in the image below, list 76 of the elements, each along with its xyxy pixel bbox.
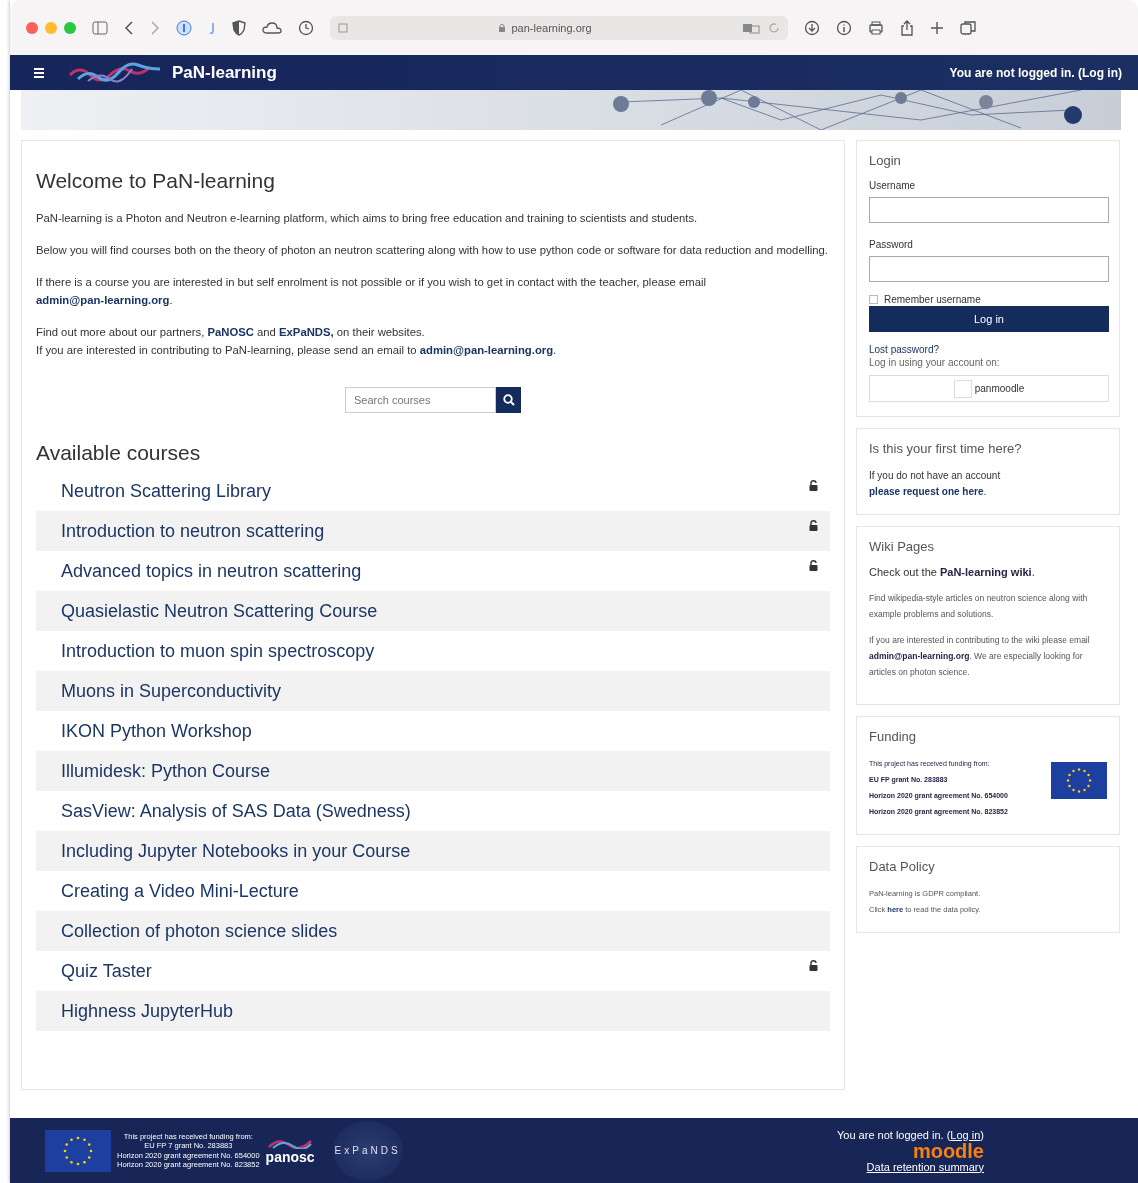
wave-logo-icon — [68, 60, 162, 85]
partner-logo[interactable]: ExPaNDS — [332, 1120, 403, 1181]
forward-icon[interactable] — [150, 20, 160, 35]
course-link[interactable]: Illumidesk: Python Course — [61, 760, 271, 782]
card-title: Funding — [869, 729, 917, 744]
download-icon[interactable] — [804, 19, 820, 36]
text-link[interactable]: ExPaNDS, — [279, 326, 334, 338]
clock-icon[interactable] — [298, 19, 314, 36]
course-link[interactable]: Neutron Scattering Library — [61, 480, 272, 502]
shield-icon[interactable] — [232, 19, 246, 36]
intro-paragraph: Below you will find courses both on the theory of photon an neutron scattering along with how to use python code or software for data reduction and modelling. — [36, 243, 829, 258]
card-title: Wiki Pages — [869, 539, 936, 554]
translate-icon[interactable] — [742, 21, 760, 34]
field-label: Password — [869, 239, 914, 250]
moodle-logo[interactable]: moodle — [912, 1140, 984, 1161]
intro-paragraph: If there is a course you are interested in but self enrolment is not possible or if you wish to get in contact with the teacher, please email admin@pan-learning.org. — [36, 275, 707, 308]
course-link[interactable]: Advanced topics in neutron scattering — [61, 560, 362, 582]
card-text: Find wikipedia-style articles on neutron science along with example problems and solutions. — [869, 592, 1089, 621]
address-bar[interactable]: pan-learning.org — [330, 15, 788, 40]
printer-icon[interactable] — [868, 19, 884, 36]
oauth-button[interactable]: panmoodle — [869, 375, 1109, 402]
login-button[interactable]: Log in — [869, 306, 1109, 332]
site-title[interactable]: PaN-learning — [172, 62, 277, 83]
eu-flag-icon — [45, 1129, 111, 1172]
username-field[interactable] — [869, 197, 1109, 223]
lock-icon — [498, 22, 507, 33]
back-icon[interactable] — [124, 20, 134, 35]
sidebar-icon[interactable] — [92, 20, 108, 35]
text-link[interactable]: PaNOSC — [207, 326, 254, 338]
password-field[interactable] — [869, 256, 1109, 282]
url-text: pan-learning.org — [511, 21, 592, 34]
card-title: Data Policy — [869, 859, 936, 874]
card-text: If you are interested in contributing to the wiki please email admin@pan-learning.org. We are especially looking for articles on photon science. — [869, 634, 1091, 679]
search-field[interactable]: Search courses — [345, 387, 496, 413]
login-link[interactable]: Log in — [950, 1128, 981, 1141]
course-link[interactable]: IKON Python Workshop — [61, 720, 252, 742]
search-icon — [502, 394, 515, 406]
course-link[interactable]: Collection of photon science slides — [61, 920, 338, 942]
tabs-icon[interactable] — [960, 19, 976, 36]
checkbox[interactable] — [869, 295, 878, 304]
share-icon[interactable] — [900, 19, 914, 36]
card-text: Check out the PaN-learning wiki. — [869, 566, 1036, 578]
course-link[interactable]: Introduction to neutron scattering — [61, 520, 325, 542]
intro-paragraph: If you are interested in contributing to PaN-learning, please send an email to admin@pan-learning.org. — [36, 343, 558, 358]
course-link[interactable]: Quiz Taster — [61, 960, 152, 982]
course-link[interactable]: Introduction to muon spin spectroscopy — [61, 640, 375, 662]
new-tab-icon[interactable] — [930, 20, 944, 35]
menu-icon[interactable] — [34, 67, 44, 78]
eu-flag-icon — [1051, 762, 1107, 799]
info-icon[interactable] — [836, 19, 852, 36]
field-label: Username — [869, 180, 917, 191]
password-icon[interactable] — [176, 19, 192, 36]
card-title: Is this your first time here? — [869, 441, 1023, 456]
card-title: Login — [869, 153, 902, 168]
card-text: If you do not have an account please request one here. — [869, 469, 1002, 499]
window-controls-icon[interactable] — [26, 21, 76, 34]
extension-icon[interactable] — [208, 20, 216, 35]
checkbox-label: Remember username — [884, 294, 981, 305]
request-link[interactable]: please request one here — [869, 486, 984, 497]
cloud-icon[interactable] — [262, 20, 282, 35]
oauth-text: Log in using your account on: — [869, 356, 1001, 370]
course-link[interactable]: Highness JupyterHub — [61, 1000, 234, 1022]
wiki-link[interactable]: PaN-learning wiki — [939, 566, 1032, 578]
course-link[interactable]: Muons in Superconductivity — [61, 680, 282, 702]
retention-link[interactable]: Data retention summary — [866, 1160, 984, 1173]
login-status[interactable]: You are not logged in. (Log in) — [949, 65, 1122, 80]
lost-password-link[interactable]: Lost password? — [869, 344, 1107, 355]
course-link[interactable]: SasView: Analysis of SAS Data (Swedness) — [61, 800, 411, 822]
partner-logo[interactable]: panosc — [265, 1148, 315, 1165]
intro-paragraph: PaN-learning is a Photon and Neutron e-learning platform, which aims to bring free education and training to scientists and students. — [36, 211, 699, 226]
search-button[interactable] — [496, 387, 521, 413]
login-status: You are not logged in. (Log in) — [837, 1128, 984, 1141]
page-heading: Welcome to PaN-learning — [36, 169, 276, 193]
course-link[interactable]: Creating a Video Mini-Lecture — [61, 880, 299, 902]
section-heading: Available courses — [36, 441, 202, 465]
intro-paragraph: Find out more about our partners, PaNOSC and ExPaNDS, on their websites. — [36, 325, 426, 340]
